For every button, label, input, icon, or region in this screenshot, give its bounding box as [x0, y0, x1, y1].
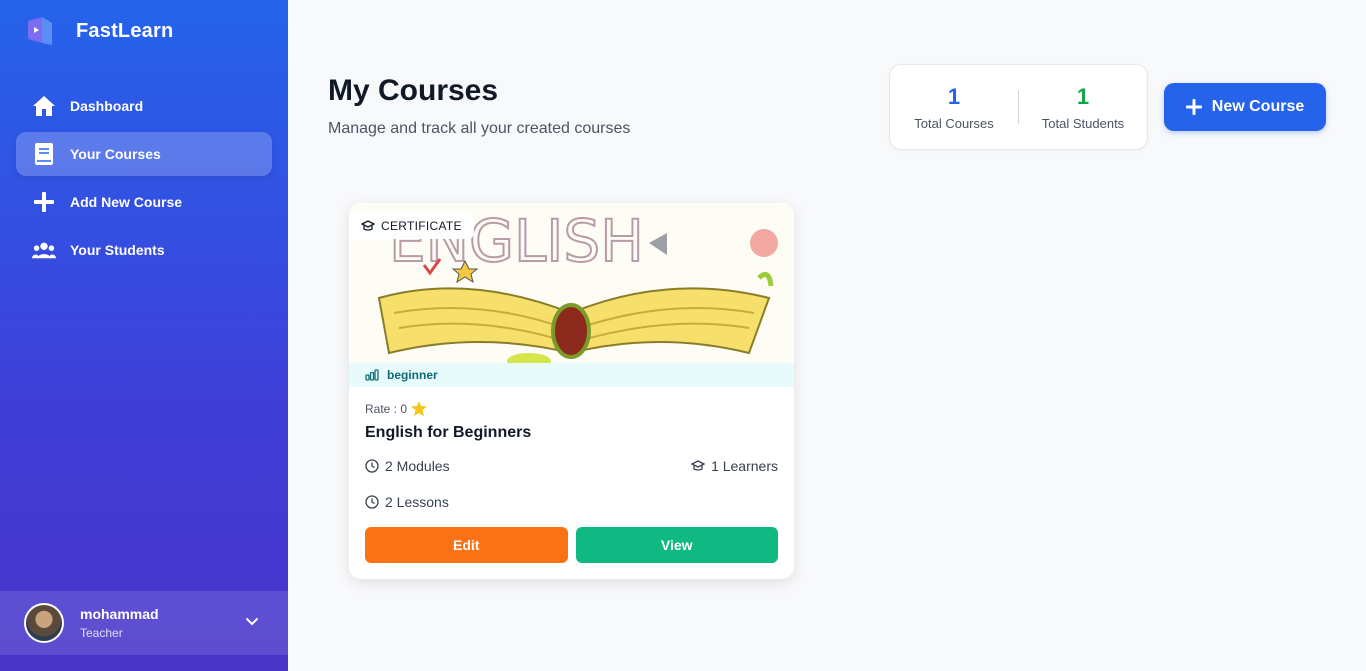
sidebar-item-label: Add New Course: [70, 194, 183, 210]
new-course-button[interactable]: New Course: [1164, 83, 1326, 131]
sidebar-item-your-courses[interactable]: Your Courses: [16, 132, 272, 176]
sidebar: FastLearn Dashboard Your Courses Add New…: [0, 0, 288, 671]
sidebar-item-label: Your Courses: [70, 146, 161, 162]
plus-icon: [32, 190, 56, 214]
learners-count: 1 Learners: [691, 458, 778, 474]
user-info: mohammad Teacher: [80, 606, 159, 640]
level-label: beginner: [387, 368, 438, 382]
chevron-down-icon[interactable]: [244, 613, 260, 629]
new-course-label: New Course: [1211, 98, 1305, 115]
view-button[interactable]: View: [575, 527, 778, 563]
fastlearn-logo-icon: [28, 17, 52, 45]
sidebar-nav: Dashboard Your Courses Add New Course Yo…: [16, 84, 272, 276]
stat-value: 1: [1076, 83, 1090, 109]
sidebar-item-add-new-course[interactable]: Add New Course: [16, 180, 272, 224]
page-title: My Courses: [328, 74, 499, 107]
star-icon: [411, 401, 428, 416]
users-icon: [32, 238, 56, 262]
certificate-badge: CERTIFICATE: [349, 213, 474, 239]
card-body: Rate : 0 English for Beginners 2 Modules…: [365, 401, 778, 510]
clock-icon: [365, 459, 379, 473]
sidebar-item-label: Dashboard: [70, 98, 144, 114]
level-bars-icon: [365, 369, 379, 381]
sidebar-item-label: Your Students: [70, 242, 165, 258]
course-title[interactable]: English for Beginners: [365, 424, 778, 442]
modules-count: 2 Modules: [365, 458, 450, 474]
course-meta-row: 2 Modules 1 Learners: [365, 458, 778, 474]
brand[interactable]: FastLearn: [24, 15, 173, 47]
user-name: mohammad: [80, 606, 159, 622]
lessons-count: 2 Lessons: [365, 494, 778, 510]
avatar: [24, 603, 64, 643]
stat-label: Total Students: [1041, 115, 1125, 131]
rate-label: Rate : 0: [365, 401, 408, 416]
stats-panel: 1 Total Courses 1 Total Students: [889, 64, 1148, 150]
level-strip: beginner: [349, 363, 794, 387]
certificate-label: CERTIFICATE: [381, 219, 462, 233]
stat-value: 1: [947, 83, 961, 109]
stat-label: Total Courses: [914, 115, 994, 131]
plus-icon: [1185, 99, 1202, 115]
graduation-cap-icon: [361, 220, 375, 231]
graduation-cap-icon: [691, 460, 706, 471]
card-actions: Edit View: [365, 527, 778, 563]
learners-label: 1 Learners: [711, 458, 778, 474]
stat-total-courses: 1 Total Courses: [890, 84, 1018, 131]
clock-icon: [365, 495, 379, 509]
page-subtitle: Manage and track all your created course…: [328, 120, 631, 137]
book-icon: [32, 142, 56, 166]
stat-total-students: 1 Total Students: [1019, 84, 1147, 131]
sidebar-item-dashboard[interactable]: Dashboard: [16, 84, 272, 128]
user-role: Teacher: [80, 626, 123, 640]
app-name: FastLearn: [76, 19, 174, 42]
user-menu[interactable]: mohammad Teacher: [0, 591, 288, 655]
course-card[interactable]: ENGLISH CERTIFICATE beginner Rate : 0 En…: [349, 203, 794, 579]
lessons-label: 2 Lessons: [385, 494, 449, 510]
home-icon: [32, 94, 56, 118]
edit-button[interactable]: Edit: [365, 527, 568, 563]
modules-label: 2 Modules: [385, 458, 450, 474]
course-rating: Rate : 0: [365, 401, 778, 416]
sidebar-item-your-students[interactable]: Your Students: [16, 228, 272, 272]
course-thumbnail[interactable]: ENGLISH CERTIFICATE: [349, 203, 794, 363]
